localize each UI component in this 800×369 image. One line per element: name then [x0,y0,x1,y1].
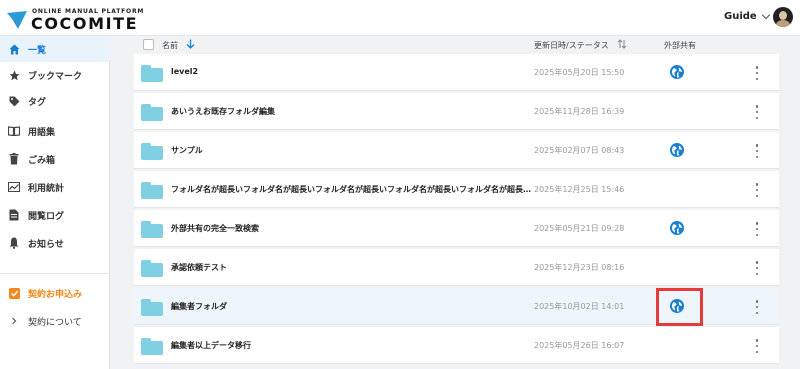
sidebar-item-list[interactable]: 一覧 [0,36,110,62]
folder-icon [141,143,163,160]
sidebar-item-label: ごみ箱 [28,155,56,166]
sort-by-name[interactable]: 名前 [162,39,195,52]
table-row[interactable]: 外部共有の完全一致検索 2025年05月21日 09:28 [134,210,779,247]
top-header: ONLINE MANUAL PLATFORM COCOMITE Guide [0,0,800,36]
folder-icon [141,338,163,355]
globe-icon[interactable] [670,65,684,79]
sidebar-item-label: 契約お申込み [28,289,83,300]
folder-icon [141,182,163,199]
column-header-name: 名前 [162,41,178,50]
updated-date: 2025年05月21日 09:28 [534,224,625,233]
folder-name: サンプル [171,146,203,155]
sidebar-item-tag[interactable]: タグ [0,88,110,114]
folder-icon [141,260,163,277]
folder-icon [141,299,163,316]
table-row[interactable]: 承認依頼テスト 2025年12月23日 08:16 [134,249,779,286]
table-row[interactable]: 編集者フォルダ 2025年10月02日 14:01 [134,288,779,326]
folder-name: 承認依頼テスト [171,263,227,272]
more-options-icon[interactable] [754,105,760,119]
more-options-icon[interactable] [754,261,760,275]
column-header-share: 外部共有 [664,41,696,50]
sidebar-divider [0,273,110,274]
folder-name: フォルダ名が超長いフォルダ名が超長いフォルダ名が超長いフォルダ名が超長いフォルダ… [171,185,531,194]
main-content: 名前 更新日時/ステータス 外部共有 level2 2025年05月20日 15… [110,36,800,369]
more-options-icon[interactable] [754,339,760,353]
sidebar-item-about-contract[interactable]: 契約について [0,308,110,334]
updated-date: 2025年05月20日 15:50 [534,68,625,77]
sidebar-item-view-log[interactable]: 閲覧ログ [0,202,110,228]
bell-icon [8,237,20,249]
more-options-icon[interactable] [754,144,760,158]
sidebar-item-label: ブックマーク [28,71,83,82]
sidebar-item-label: 閲覧ログ [28,211,65,222]
folder-icon [141,104,163,121]
chevron-right-icon [8,315,20,327]
document-icon [8,209,20,221]
logo-title: COCOMITE [31,14,139,33]
folder-name: 外部共有の完全一致検索 [171,224,259,233]
sidebar-item-label: お知らせ [28,239,64,250]
globe-icon[interactable] [670,221,684,235]
star-icon [8,69,20,81]
folder-icon [141,221,163,238]
sort-by-updated[interactable]: 更新日時/ステータス [534,39,627,52]
folder-name: 編集者以上データ移行 [171,341,251,350]
chart-icon [8,181,20,193]
column-header-updated: 更新日時/ステータス [534,41,609,50]
arrow-down-icon [186,39,195,52]
more-options-icon[interactable] [754,66,760,80]
table-row[interactable]: フォルダ名が超長いフォルダ名が超長いフォルダ名が超長いフォルダ名が超長いフォルダ… [134,171,779,208]
checkbox-icon [8,287,20,299]
select-all-checkbox[interactable] [143,39,154,50]
updated-date: 2025年12月25日 15:46 [534,185,625,194]
folder-name: 編集者フォルダ [171,302,227,311]
folder-name: level2 [171,67,199,76]
sidebar-item-label: 一覧 [28,45,47,56]
table-header: 名前 更新日時/ステータス 外部共有 [110,36,800,54]
folder-name: あいうえお既存フォルダ編集 [171,107,275,116]
book-icon [8,125,20,137]
guide-label: Guide [724,11,757,22]
updated-date: 2025年12月23日 08:16 [534,263,625,272]
updated-date: 2025年10月02日 14:01 [534,302,625,311]
updated-date: 2025年02月07日 08:43 [534,146,625,155]
sidebar: 一覧 ブックマーク タグ 用語集 ごみ箱 利用統計 閲覧ログ お知らせ 契約お申… [0,36,110,369]
updated-date: 2025年11月28日 16:39 [534,107,625,116]
sidebar-item-glossary[interactable]: 用語集 [0,118,110,144]
sidebar-item-label: タグ [28,97,47,108]
more-options-icon[interactable] [754,222,760,236]
avatar[interactable] [773,7,793,27]
globe-icon[interactable] [670,299,684,313]
guide-menu[interactable]: Guide [724,10,770,22]
updated-date: 2025年05月26日 16:07 [534,341,625,350]
more-options-icon[interactable] [754,300,760,314]
sidebar-item-label: 契約について [28,317,82,328]
chevron-down-icon [761,10,770,20]
folder-icon [141,65,163,82]
sidebar-item-usage-stats[interactable]: 利用統計 [0,174,110,200]
table-row[interactable]: あいうえお既存フォルダ編集 2025年11月28日 16:39 [134,93,779,130]
paper-plane-icon [7,11,27,29]
sidebar-item-notifications[interactable]: お知らせ [0,230,110,256]
sidebar-item-label: 用語集 [28,127,56,138]
table-row[interactable]: サンプル 2025年02月07日 08:43 [134,132,779,169]
table-row[interactable]: 編集者以上データ移行 2025年05月26日 16:07 [134,327,779,364]
trash-icon [8,153,20,165]
sidebar-item-label: 利用統計 [28,183,65,194]
tag-icon [8,95,20,107]
sort-icon [617,39,627,52]
globe-icon[interactable] [670,143,684,157]
sidebar-item-bookmark[interactable]: ブックマーク [0,62,110,88]
table-row[interactable]: level2 2025年05月20日 15:50 [134,54,779,91]
sidebar-item-contract-apply[interactable]: 契約お申込み [0,280,110,306]
cocomite-logo[interactable]: ONLINE MANUAL PLATFORM COCOMITE [6,6,143,33]
sidebar-item-trash[interactable]: ごみ箱 [0,146,110,172]
more-options-icon[interactable] [754,183,760,197]
home-icon [8,43,20,55]
